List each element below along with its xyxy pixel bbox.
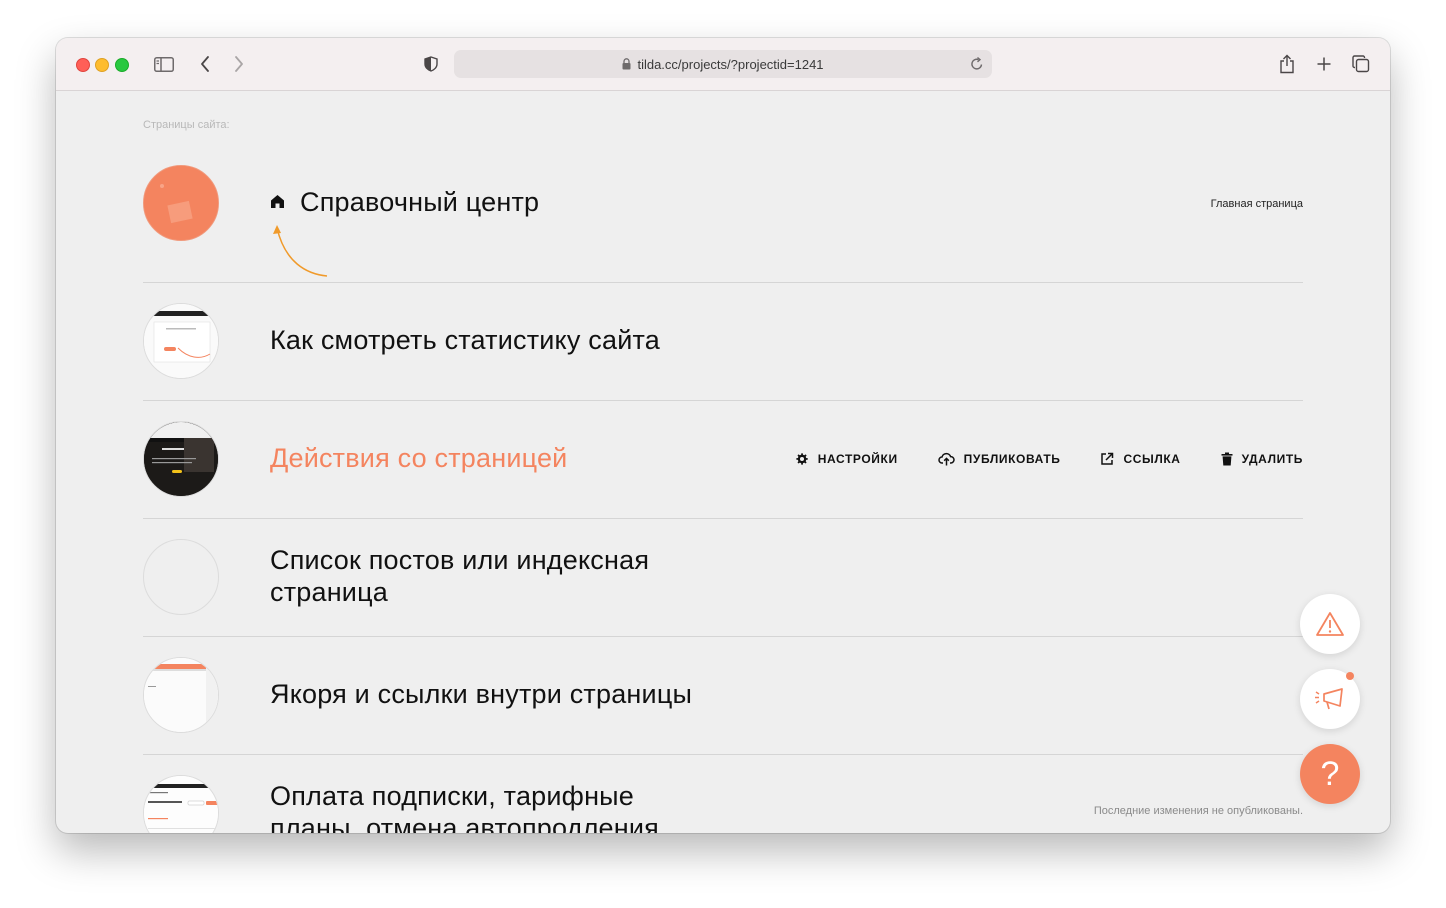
page-title-line: Список постов или индексная: [270, 545, 650, 575]
megaphone-icon: [1315, 688, 1343, 710]
minimize-window-button[interactable]: [95, 58, 109, 72]
page-thumbnail: [143, 421, 219, 497]
unpublished-note: Последние изменения не опубликованы.: [1093, 805, 1303, 817]
lock-icon: [622, 58, 631, 70]
page-thumbnail: [143, 165, 219, 241]
publish-button[interactable]: ПУБЛИКОВАТЬ: [937, 452, 1061, 466]
page-thumbnail: [143, 303, 219, 379]
page-row[interactable]: Справочный центр Главная страница: [143, 164, 1303, 283]
tabs-overview-icon[interactable]: [1351, 52, 1371, 76]
delete-button[interactable]: УДАЛИТЬ: [1221, 452, 1303, 466]
delete-label: УДАЛИТЬ: [1241, 452, 1303, 466]
upload-cloud-icon: [937, 452, 955, 466]
page-row[interactable]: Якоря и ссылки внутри страницы: [143, 636, 1303, 755]
share-icon[interactable]: [1277, 52, 1297, 76]
page-title-line: Оплата подписки, тарифные: [270, 781, 635, 811]
settings-button[interactable]: НАСТРОЙКИ: [795, 452, 898, 466]
link-label: ССЫЛКА: [1123, 452, 1181, 466]
browser-window: tilda.cc/projects/?projectid=1241 Страни…: [56, 38, 1390, 833]
page-row[interactable]: Как смотреть статистику сайта: [143, 282, 1303, 401]
url-text: tilda.cc/projects/?projectid=1241: [637, 56, 824, 72]
zoom-window-button[interactable]: [115, 58, 129, 72]
browser-toolbar: tilda.cc/projects/?projectid=1241: [56, 38, 1390, 91]
help-icon: ?: [1320, 754, 1340, 793]
page-title-line: страница: [270, 577, 388, 607]
page-title[interactable]: Якоря и ссылки внутри страницы: [270, 678, 692, 710]
section-label: Страницы сайта:: [143, 119, 230, 131]
page-title[interactable]: Список постов или индексная страница: [270, 544, 649, 608]
forward-icon[interactable]: [230, 52, 248, 76]
page-thumbnail: [143, 657, 219, 733]
reload-icon[interactable]: [970, 56, 984, 71]
page-row[interactable]: Список постов или индексная страница: [143, 518, 1303, 637]
page-title[interactable]: Действия со страницей: [270, 442, 567, 474]
warning-icon: [1316, 612, 1344, 636]
page-row[interactable]: Оплата подписки, тарифные планы, отмена …: [143, 754, 1303, 833]
page-title-line: планы, отмена автопродления: [270, 813, 659, 833]
publish-label: ПУБЛИКОВАТЬ: [963, 452, 1061, 466]
page-thumbnail-empty: [143, 539, 219, 615]
home-icon: [271, 195, 284, 208]
main-page-tag: Главная страница: [1210, 198, 1303, 210]
back-icon[interactable]: [196, 52, 214, 76]
page-title[interactable]: Оплата подписки, тарифные планы, отмена …: [270, 780, 659, 833]
notification-dot: [1346, 672, 1354, 680]
address-bar[interactable]: tilda.cc/projects/?projectid=1241: [454, 50, 992, 78]
page-content: Страницы сайта: Справочный центр Главная…: [56, 91, 1390, 833]
close-window-button[interactable]: [76, 58, 90, 72]
sidebar-icon[interactable]: [152, 52, 176, 76]
announcements-button[interactable]: [1300, 669, 1360, 729]
help-button[interactable]: ?: [1300, 744, 1360, 804]
report-problem-button[interactable]: [1300, 594, 1360, 654]
shield-icon[interactable]: [422, 52, 440, 76]
gear-icon: [796, 453, 808, 465]
new-tab-icon[interactable]: [1314, 52, 1334, 76]
external-link-icon: [1101, 452, 1114, 465]
page-row[interactable]: Действия со страницей НАСТРОЙКИ ПУБЛИКОВ…: [143, 400, 1303, 519]
link-button[interactable]: ССЫЛКА: [1100, 452, 1180, 466]
page-title[interactable]: Справочный центр: [300, 186, 539, 218]
arrow-annotation: [273, 225, 328, 277]
trash-icon: [1221, 452, 1233, 466]
settings-label: НАСТРОЙКИ: [817, 452, 898, 466]
page-title[interactable]: Как смотреть статистику сайта: [270, 324, 660, 356]
page-actions: НАСТРОЙКИ ПУБЛИКОВАТЬ ССЫЛКА УДАЛИТЬ: [795, 452, 1303, 466]
page-thumbnail: [143, 775, 219, 833]
